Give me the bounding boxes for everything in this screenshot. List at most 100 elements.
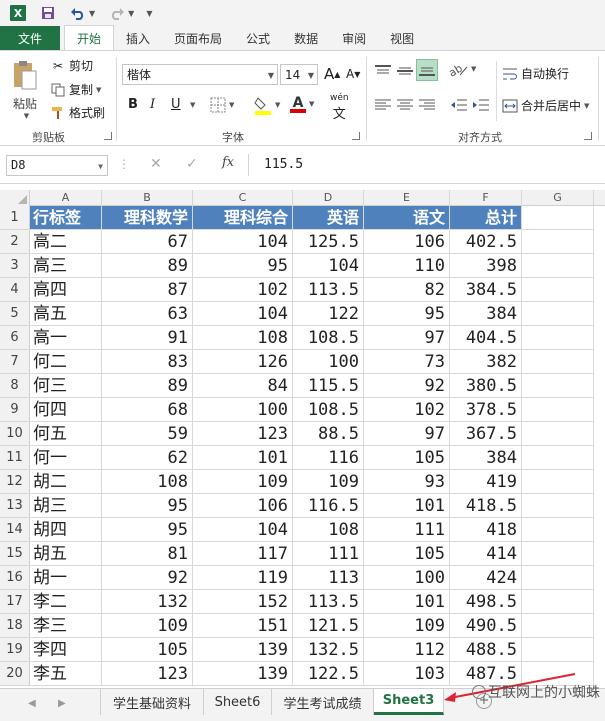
- cut-button[interactable]: ✂ 剪切: [50, 57, 93, 74]
- table-cell[interactable]: 119: [193, 566, 293, 590]
- clipboard-launcher-icon[interactable]: [104, 132, 112, 140]
- empty-cell[interactable]: [522, 566, 594, 590]
- table-cell[interactable]: 105: [364, 446, 450, 470]
- cancel-entry-icon[interactable]: ✕: [150, 156, 162, 172]
- empty-cell[interactable]: [522, 326, 594, 350]
- row-header[interactable]: 17: [0, 590, 30, 614]
- table-cell[interactable]: 87: [102, 278, 193, 302]
- column-header-a[interactable]: A: [30, 190, 102, 206]
- scroll-left-icon[interactable]: ◀: [28, 698, 36, 709]
- tab-insert[interactable]: 插入: [114, 26, 162, 50]
- tab-formulas[interactable]: 公式: [234, 26, 282, 50]
- table-cell[interactable]: 92: [102, 566, 193, 590]
- name-box[interactable]: D8 ▼: [6, 155, 108, 176]
- empty-cell[interactable]: [522, 254, 594, 278]
- table-cell[interactable]: 109: [193, 470, 293, 494]
- table-cell[interactable]: 68: [102, 398, 193, 422]
- table-cell[interactable]: 115.5: [293, 374, 364, 398]
- table-cell[interactable]: 113.5: [293, 278, 364, 302]
- table-cell[interactable]: 何四: [30, 398, 102, 422]
- copy-dropdown-icon[interactable]: ▼: [96, 86, 101, 94]
- format-painter-button[interactable]: 格式刷: [50, 104, 105, 121]
- empty-cell[interactable]: [522, 422, 594, 446]
- table-cell[interactable]: 李二: [30, 590, 102, 614]
- sheet-tab-sheet3[interactable]: Sheet3: [374, 689, 444, 715]
- table-cell[interactable]: 95: [102, 518, 193, 542]
- empty-cell[interactable]: [522, 614, 594, 638]
- tab-page-layout[interactable]: 页面布局: [162, 26, 234, 50]
- bold-button[interactable]: B: [128, 97, 138, 112]
- table-cell[interactable]: 95: [364, 302, 450, 326]
- redo-dropdown-icon[interactable]: ▼: [128, 9, 134, 18]
- table-cell[interactable]: 488.5: [450, 638, 522, 662]
- table-cell[interactable]: 404.5: [450, 326, 522, 350]
- align-bottom-icon[interactable]: [416, 59, 438, 81]
- column-header-g[interactable]: G: [522, 190, 594, 206]
- table-cell[interactable]: 121.5: [293, 614, 364, 638]
- table-cell[interactable]: 93: [364, 470, 450, 494]
- table-cell[interactable]: 108.5: [293, 326, 364, 350]
- table-cell[interactable]: 95: [193, 254, 293, 278]
- table-cell[interactable]: 何三: [30, 374, 102, 398]
- underline-dropdown-icon[interactable]: ▼: [190, 101, 195, 109]
- table-cell[interactable]: 胡四: [30, 518, 102, 542]
- header-cell[interactable]: 英语: [293, 206, 364, 230]
- empty-cell[interactable]: [522, 542, 594, 566]
- table-cell[interactable]: 108.5: [293, 398, 364, 422]
- table-cell[interactable]: 104: [193, 518, 293, 542]
- table-cell[interactable]: 104: [193, 302, 293, 326]
- empty-cell[interactable]: [522, 278, 594, 302]
- borders-button[interactable]: ▼: [210, 97, 234, 113]
- table-cell[interactable]: 104: [293, 254, 364, 278]
- row-header[interactable]: 7: [0, 350, 30, 374]
- row-header[interactable]: 6: [0, 326, 30, 350]
- table-cell[interactable]: 123: [102, 662, 193, 686]
- empty-cell[interactable]: [522, 518, 594, 542]
- align-center-icon[interactable]: [396, 97, 414, 113]
- table-cell[interactable]: 89: [102, 374, 193, 398]
- row-header[interactable]: 3: [0, 254, 30, 278]
- merge-dropdown-icon[interactable]: ▼: [584, 102, 589, 110]
- table-cell[interactable]: 378.5: [450, 398, 522, 422]
- table-cell[interactable]: 108: [102, 470, 193, 494]
- row-header[interactable]: 10: [0, 422, 30, 446]
- table-cell[interactable]: 112: [364, 638, 450, 662]
- row-header[interactable]: 1: [0, 206, 30, 230]
- table-cell[interactable]: 何二: [30, 350, 102, 374]
- align-left-icon[interactable]: [374, 97, 392, 113]
- table-cell[interactable]: 102: [193, 278, 293, 302]
- table-cell[interactable]: 101: [193, 446, 293, 470]
- row-header[interactable]: 18: [0, 614, 30, 638]
- table-cell[interactable]: 胡二: [30, 470, 102, 494]
- table-cell[interactable]: 113: [293, 566, 364, 590]
- table-cell[interactable]: 419: [450, 470, 522, 494]
- row-header[interactable]: 2: [0, 230, 30, 254]
- header-cell[interactable]: 行标签: [30, 206, 102, 230]
- column-header-d[interactable]: D: [293, 190, 364, 206]
- row-header[interactable]: 11: [0, 446, 30, 470]
- table-cell[interactable]: 116.5: [293, 494, 364, 518]
- table-cell[interactable]: 63: [102, 302, 193, 326]
- empty-cell[interactable]: [522, 494, 594, 518]
- scroll-right-icon[interactable]: ▶: [58, 698, 66, 709]
- table-cell[interactable]: 123: [193, 422, 293, 446]
- header-cell[interactable]: 总计: [450, 206, 522, 230]
- table-cell[interactable]: 105: [364, 542, 450, 566]
- row-header[interactable]: 5: [0, 302, 30, 326]
- table-cell[interactable]: 胡五: [30, 542, 102, 566]
- table-cell[interactable]: 103: [364, 662, 450, 686]
- empty-cell[interactable]: [522, 230, 594, 254]
- table-cell[interactable]: 490.5: [450, 614, 522, 638]
- empty-cell[interactable]: [522, 206, 594, 230]
- table-cell[interactable]: 105: [102, 638, 193, 662]
- table-cell[interactable]: 106: [193, 494, 293, 518]
- align-top-icon[interactable]: [374, 63, 392, 79]
- font-color-button[interactable]: A ▼: [290, 95, 314, 113]
- empty-cell[interactable]: [522, 638, 594, 662]
- empty-cell[interactable]: [522, 398, 594, 422]
- table-cell[interactable]: 418: [450, 518, 522, 542]
- table-cell[interactable]: 122.5: [293, 662, 364, 686]
- sheet-tab-basic-info[interactable]: 学生基础资料: [100, 689, 204, 715]
- redo-icon[interactable]: [109, 5, 125, 21]
- table-cell[interactable]: 83: [102, 350, 193, 374]
